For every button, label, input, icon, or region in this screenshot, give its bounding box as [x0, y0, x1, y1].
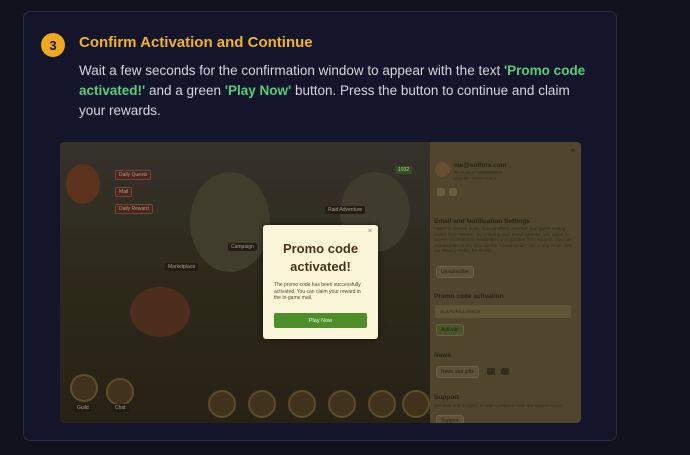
step-title: Confirm Activation and Continue	[79, 34, 313, 51]
modal-text: The promo code has been successfully act…	[274, 282, 361, 302]
desc-text: Wait a few seconds for the confirmation …	[79, 63, 504, 78]
promo-activated-modal: × Promo code activated! The promo code h…	[263, 225, 378, 339]
modal-title: Promo code activated!	[282, 241, 359, 274]
desc-highlight-play: 'Play Now'	[224, 83, 292, 98]
step-description: Wait a few seconds for the confirmation …	[79, 61, 599, 121]
desc-text: and a green	[145, 83, 225, 98]
modal-close-icon: ×	[367, 228, 372, 235]
step-number-badge: 3	[41, 33, 65, 57]
play-now-button: Play Now	[274, 313, 367, 328]
screenshot-image: Daily Quests Mail Daily Reward Raid Adve…	[60, 142, 581, 423]
